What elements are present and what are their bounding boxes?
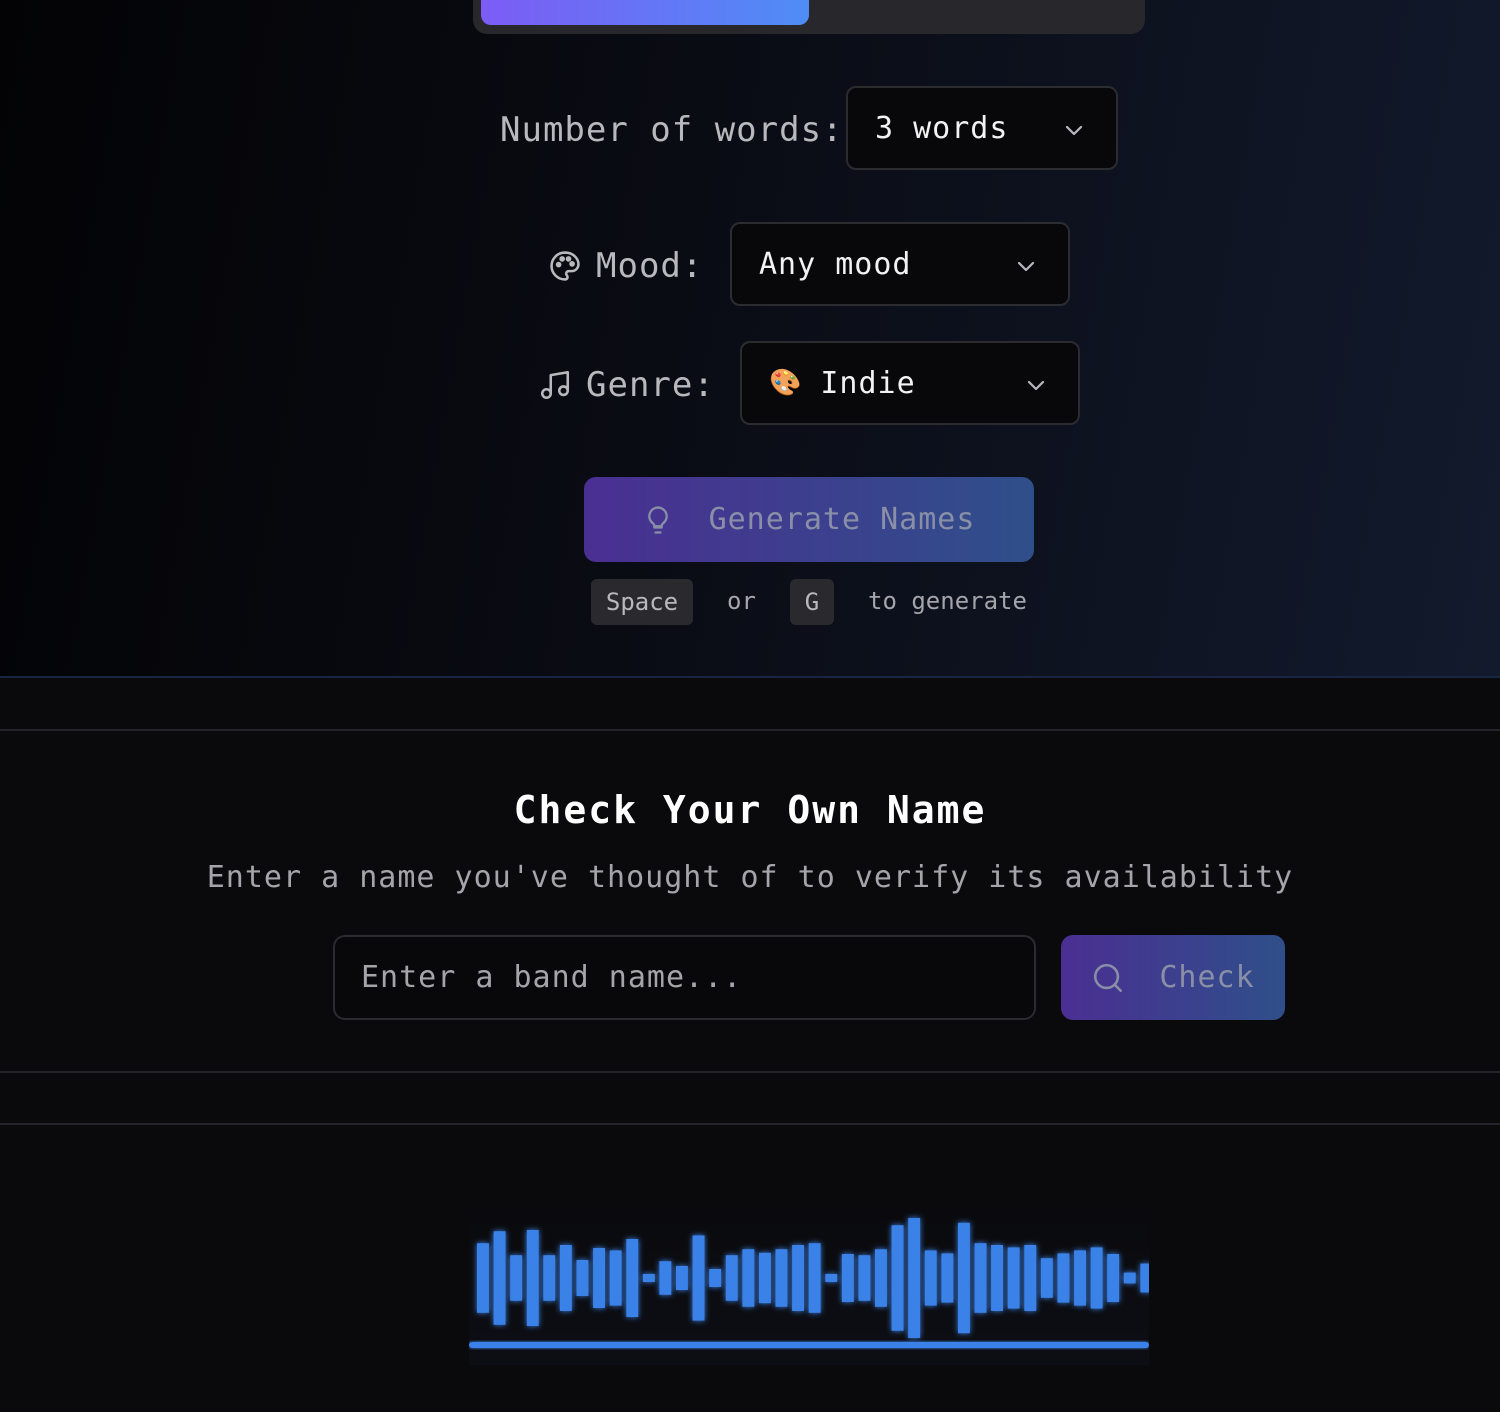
genre-label: Genre: [586, 365, 715, 405]
waveform-bar [908, 1218, 921, 1338]
waveform-bar [1040, 1258, 1053, 1298]
waveform-bar [593, 1248, 605, 1308]
genre-label-group: Genre: [538, 365, 715, 405]
hint-suffix: to generate [868, 587, 1027, 615]
waveform-bar [958, 1222, 970, 1334]
waveform-bar [1123, 1272, 1136, 1284]
waveform-bar [775, 1249, 788, 1307]
waveform-bar [559, 1245, 572, 1311]
waveform-bar [477, 1243, 489, 1313]
waveform-bar [526, 1230, 539, 1326]
check-section-title: Check Your Own Name [513, 788, 987, 832]
waveform-bar [858, 1255, 871, 1301]
waveform-bar [742, 1249, 755, 1307]
waveform-bar [891, 1225, 904, 1331]
mood-select[interactable]: Any mood [730, 222, 1070, 306]
genre-emoji: 🎨 [769, 368, 803, 398]
waveform-bar [1140, 1263, 1153, 1293]
waveform-bar [941, 1253, 954, 1303]
hint-or: or [727, 587, 756, 615]
lightbulb-icon [647, 505, 668, 534]
waveform-bar [493, 1231, 506, 1325]
waveform-bar [543, 1255, 556, 1301]
palette-icon [550, 251, 580, 281]
waveform-bar [841, 1254, 854, 1302]
waveform-bar [609, 1250, 622, 1306]
waveform-bar [825, 1274, 838, 1282]
waveform-bar [1107, 1254, 1120, 1302]
waveform-baseline [469, 1342, 1149, 1348]
waveform-bar [1007, 1247, 1020, 1309]
waveform-svg [469, 1218, 1153, 1348]
section-divider [0, 1071, 1500, 1073]
waveform-bar [808, 1243, 821, 1313]
mood-label: Mood: [596, 246, 704, 286]
chevron-down-icon [1065, 125, 1083, 136]
waveform-bar [676, 1266, 688, 1290]
genre-select[interactable]: 🎨 Indie [740, 341, 1080, 425]
check-button-label: Check [1159, 960, 1255, 995]
waveform-bar [576, 1260, 589, 1296]
waveform-bar [642, 1274, 655, 1282]
waveform-bar [974, 1243, 987, 1313]
section-divider [0, 729, 1500, 731]
check-button[interactable]: Check [1061, 935, 1285, 1020]
words-select-value: 3 words [875, 110, 1009, 146]
waveform-bar [924, 1250, 937, 1306]
waveform-bar [1090, 1247, 1103, 1309]
waveform-bar [875, 1249, 887, 1307]
mood-select-value: Any mood [759, 246, 912, 282]
search-icon [1094, 963, 1123, 992]
waveform-bar [510, 1255, 523, 1301]
mode-tabs [473, 0, 1145, 34]
chevron-down-icon [1017, 261, 1035, 272]
waveform-bar [725, 1255, 738, 1301]
kbd-g: G [790, 579, 834, 625]
waveform-bar [759, 1252, 771, 1304]
chevron-down-icon [1027, 380, 1045, 391]
audio-waveform [469, 1200, 1153, 1365]
kbd-space: Space [591, 579, 693, 625]
music-note-icon [540, 370, 570, 400]
words-label: Number of words: [500, 110, 844, 150]
waveform-bar [659, 1261, 672, 1295]
genre-select-value: Indie [820, 365, 916, 401]
waveform-bar [626, 1239, 639, 1317]
waveform-bar [991, 1245, 1003, 1311]
section-divider [0, 1123, 1500, 1125]
mood-label-group: Mood: [548, 246, 703, 286]
waveform-bar [1057, 1253, 1070, 1303]
generate-names-label: Generate Names [708, 502, 976, 537]
waveform-bar [1074, 1250, 1086, 1306]
waveform-bar [692, 1235, 705, 1321]
waveform-bar [792, 1245, 804, 1311]
tab-active[interactable] [481, 0, 809, 25]
waveform-bar [709, 1269, 722, 1287]
check-section-subtitle: Enter a name you've thought of to verify… [206, 860, 1294, 895]
waveform-bar [1024, 1245, 1037, 1311]
words-select[interactable]: 3 words [846, 86, 1118, 170]
band-name-input[interactable] [333, 935, 1036, 1020]
generate-names-button[interactable]: Generate Names [584, 477, 1034, 562]
generator-panel: Number of words: 3 words Mood: Any mood … [0, 0, 1500, 678]
